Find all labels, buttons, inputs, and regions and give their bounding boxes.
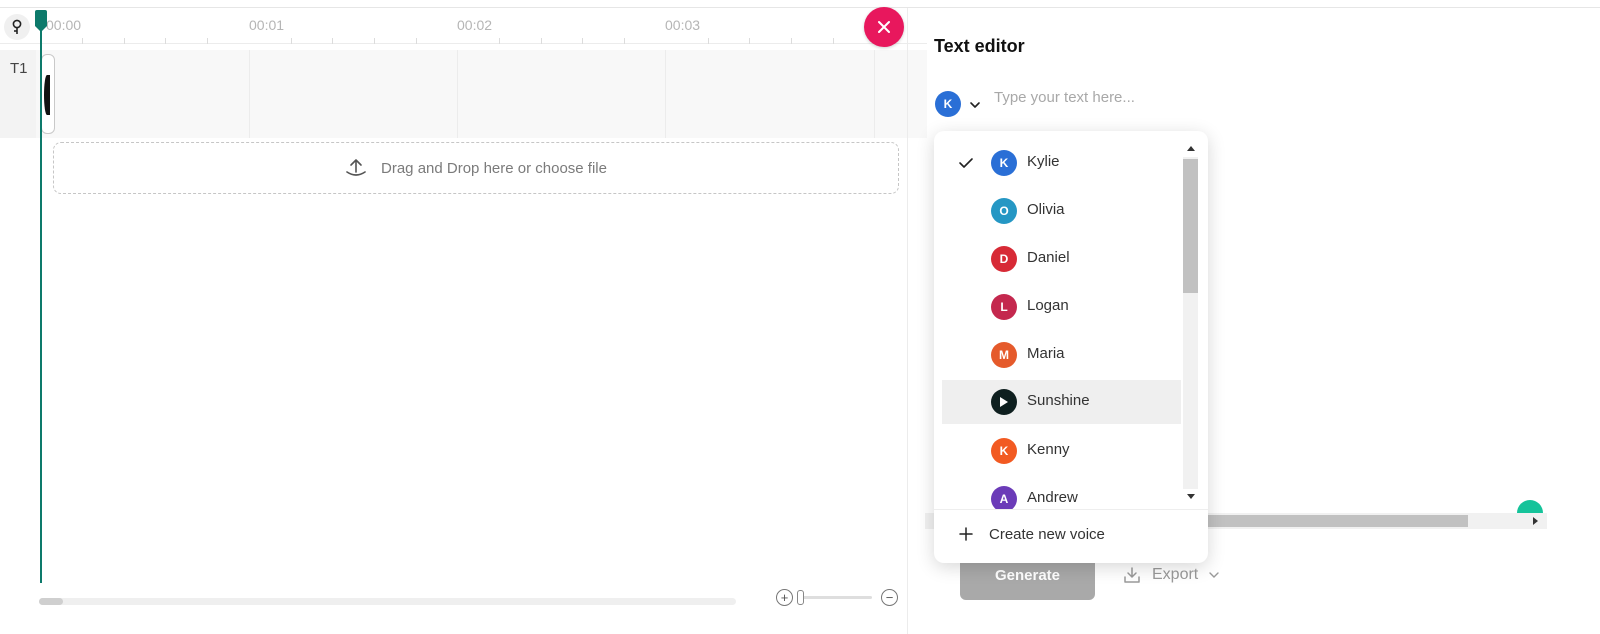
ruler-tick — [291, 38, 292, 44]
voice-item-label: Daniel — [1027, 249, 1070, 266]
zoom-out-button[interactable]: − — [881, 589, 898, 606]
avatar: M — [991, 342, 1017, 368]
voice-item-label: Logan — [1027, 297, 1069, 314]
download-icon — [1124, 567, 1140, 583]
voice-item-maria[interactable]: M Maria — [942, 333, 1181, 377]
ruler-tick — [582, 38, 583, 44]
grid-line — [665, 50, 666, 138]
ruler-tick — [708, 38, 709, 44]
ruler-tick — [82, 38, 83, 44]
export-button[interactable]: Export — [1122, 560, 1220, 590]
ruler-tick — [749, 38, 750, 44]
zoom-in-button[interactable]: + — [776, 589, 793, 606]
voice-dropdown: K Kylie O Olivia D Daniel L Logan M Mari… — [934, 131, 1208, 563]
voice-item-logan[interactable]: L Logan — [942, 285, 1181, 329]
ruler-tick — [165, 38, 166, 44]
play-preview-button[interactable] — [991, 389, 1017, 415]
ruler-tick — [207, 38, 208, 44]
minus-icon: − — [885, 590, 894, 605]
create-new-voice-label: Create new voice — [989, 526, 1105, 543]
scrollbar-thumb[interactable] — [1183, 159, 1198, 293]
track-lane[interactable] — [36, 50, 927, 138]
snap-toggle-button[interactable] — [4, 14, 30, 40]
audio-clip[interactable] — [41, 54, 55, 134]
time-ruler[interactable]: 00:00 00:01 00:02 00:03 — [0, 8, 927, 44]
check-icon — [959, 158, 973, 168]
voice-list[interactable]: K Kylie O Olivia D Daniel L Logan M Mari… — [942, 135, 1181, 509]
create-new-voice-button[interactable]: Create new voice — [934, 515, 1208, 555]
voice-item-sunshine[interactable]: Sunshine — [942, 380, 1181, 424]
plus-icon — [959, 527, 973, 541]
avatar: K — [991, 438, 1017, 464]
ruler-label-1: 00:01 — [249, 17, 285, 33]
avatar: D — [991, 246, 1017, 272]
scroll-down-arrow-icon[interactable] — [1187, 494, 1195, 499]
plus-icon: + — [780, 590, 789, 605]
ruler-tick — [624, 38, 625, 44]
voice-item-label: Olivia — [1027, 201, 1065, 218]
ruler-tick — [416, 38, 417, 44]
chevron-down-icon[interactable] — [968, 98, 982, 112]
zoom-slider-track[interactable] — [800, 596, 872, 599]
voice-item-label: Kylie — [1027, 153, 1060, 170]
avatar: A — [991, 486, 1017, 509]
file-dropzone[interactable]: Drag and Drop here or choose file — [53, 142, 899, 194]
ruler-tick — [541, 38, 542, 44]
play-icon — [1000, 397, 1008, 407]
ruler-label-0: 00:00 — [46, 17, 82, 33]
scroll-up-arrow-icon[interactable] — [1187, 146, 1195, 151]
scroll-right-arrow-icon[interactable] — [1533, 517, 1538, 525]
voice-item-label: Andrew — [1027, 489, 1078, 506]
waveform-shape — [44, 75, 50, 115]
ruler-tick — [124, 38, 125, 44]
dropdown-divider — [934, 509, 1208, 510]
timeline-panel: 00:00 00:01 00:02 00:03 T1 Drag and Drop… — [0, 8, 927, 634]
voice-list-scrollbar[interactable] — [1182, 139, 1199, 509]
voice-item-olivia[interactable]: O Olivia — [942, 189, 1181, 233]
magnet-icon — [12, 19, 22, 34]
ruler-tick — [332, 38, 333, 44]
editor-title: Text editor — [934, 36, 1025, 56]
playhead-handle[interactable] — [35, 10, 47, 32]
zoom-slider-handle[interactable] — [797, 590, 804, 605]
voice-item-daniel[interactable]: D Daniel — [942, 237, 1181, 281]
grid-line — [249, 50, 250, 138]
voice-item-label: Sunshine — [1027, 392, 1090, 409]
close-button[interactable] — [864, 7, 904, 47]
chevron-down-icon — [1209, 572, 1219, 578]
avatar: K — [991, 150, 1017, 176]
ruler-tick — [499, 38, 500, 44]
selected-voice-avatar[interactable]: K — [935, 91, 961, 117]
panel-divider — [907, 8, 908, 634]
timeline-horizontal-scrollbar[interactable] — [39, 598, 736, 605]
ruler-tick — [833, 38, 834, 44]
voice-item-label: Kenny — [1027, 441, 1070, 458]
grid-line — [457, 50, 458, 138]
avatar: O — [991, 198, 1017, 224]
ruler-label-3: 00:03 — [665, 17, 701, 33]
voice-item-kenny[interactable]: K Kenny — [942, 429, 1181, 473]
voice-item-andrew[interactable]: A Andrew — [942, 477, 1181, 509]
export-label: Export — [1152, 566, 1199, 583]
dropzone-text: Drag and Drop here or choose file — [381, 159, 607, 177]
scrollbar-thumb[interactable] — [39, 598, 63, 605]
grid-line — [874, 50, 875, 138]
text-input[interactable] — [988, 82, 1578, 112]
voice-item-label: Maria — [1027, 345, 1065, 362]
playhead-line — [40, 28, 42, 583]
ruler-tick — [791, 38, 792, 44]
close-icon — [878, 21, 890, 33]
avatar: L — [991, 294, 1017, 320]
upload-icon — [346, 159, 366, 176]
ruler-label-2: 00:02 — [457, 17, 493, 33]
scrollbar-thumb[interactable] — [1200, 515, 1468, 527]
voice-item-kylie[interactable]: K Kylie — [942, 141, 1181, 185]
ruler-tick — [374, 38, 375, 44]
track-label: T1 — [0, 50, 36, 138]
